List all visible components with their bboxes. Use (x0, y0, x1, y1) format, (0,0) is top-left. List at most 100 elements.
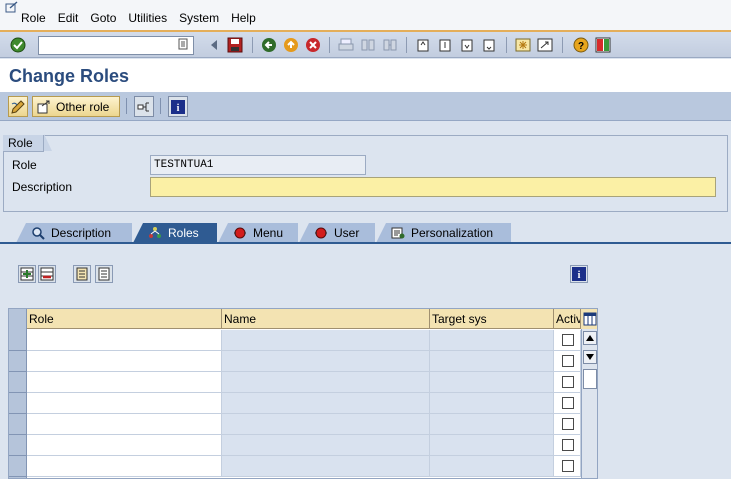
row-selector[interactable] (9, 456, 27, 477)
description-field[interactable] (150, 177, 716, 197)
active-checkbox[interactable] (562, 460, 574, 472)
roles-tree-icon (149, 227, 161, 238)
row-selector[interactable] (9, 330, 27, 351)
delete-row-icon[interactable] (38, 265, 56, 283)
scroll-up-icon[interactable] (583, 331, 597, 345)
menu-utilities[interactable]: Utilities (122, 11, 173, 25)
find-next-icon[interactable] (381, 36, 399, 54)
toolbar-separator (406, 37, 407, 53)
column-header-role[interactable]: Role (27, 309, 222, 329)
tab-description[interactable]: Description (16, 223, 132, 243)
display-change-icon[interactable] (8, 96, 28, 117)
last-page-icon[interactable] (480, 36, 498, 54)
help-icon[interactable]: ? (572, 36, 590, 54)
table-settings-icon[interactable] (581, 309, 597, 329)
role-cell-input[interactable] (27, 351, 222, 372)
target-sys-cell (430, 435, 554, 456)
column-header-active[interactable]: Activ (554, 309, 581, 329)
layout-menu-icon[interactable] (594, 36, 612, 54)
svg-text:i: i (578, 270, 581, 281)
other-object-icon (37, 100, 50, 113)
first-page-icon[interactable] (414, 36, 432, 54)
toolbar-separator (506, 37, 507, 53)
role-cell-input[interactable] (27, 435, 222, 456)
other-role-label: Other role (56, 99, 110, 114)
tab-personalization[interactable]: Personalization (376, 223, 511, 243)
role-cell-input[interactable] (27, 456, 222, 477)
column-header-target-sys[interactable]: Target sys (430, 309, 554, 329)
menu-system[interactable]: System (173, 11, 225, 25)
standard-toolbar: ? (0, 32, 731, 58)
target-sys-cell (430, 414, 554, 435)
active-checkbox[interactable] (562, 376, 574, 388)
back-arrow-icon[interactable] (205, 36, 223, 54)
active-cell (554, 330, 581, 351)
insert-row-icon[interactable] (18, 265, 36, 283)
command-field[interactable] (38, 36, 194, 55)
role-cell-input[interactable] (27, 372, 222, 393)
scroll-down-icon[interactable] (583, 350, 597, 364)
row-selector[interactable] (9, 435, 27, 456)
table-row (27, 414, 581, 435)
tab-menu[interactable]: Menu (218, 223, 298, 243)
tab-user[interactable]: User (299, 223, 375, 243)
shortcut-icon[interactable] (536, 36, 554, 54)
row-selector[interactable] (9, 414, 27, 435)
scroll-thumb[interactable] (583, 369, 597, 389)
menu-help[interactable]: Help (225, 11, 262, 25)
tab-strip: Description Roles Menu User Personalizat… (0, 221, 731, 244)
role-cell-input[interactable] (27, 393, 222, 414)
name-cell (222, 435, 430, 456)
table-row (27, 351, 581, 372)
menu-goto[interactable]: Goto (84, 11, 122, 25)
tab-roles[interactable]: Roles (133, 223, 217, 243)
menu-bar: Role Edit Goto Utilities System Help (0, 0, 731, 32)
role-field: TESTNTUA1 (150, 155, 366, 175)
target-sys-cell (430, 372, 554, 393)
hierarchy-icon[interactable] (134, 96, 154, 117)
magnifier-icon (32, 227, 45, 240)
cancel-icon[interactable] (304, 36, 322, 54)
table-row (27, 330, 581, 351)
menu-role[interactable]: Role (15, 11, 52, 25)
table-row (27, 456, 581, 477)
exit-icon[interactable] (282, 36, 300, 54)
enter-icon[interactable] (9, 36, 27, 54)
menu-edit[interactable]: Edit (52, 11, 85, 25)
tab-personalization-label: Personalization (411, 226, 494, 240)
active-checkbox[interactable] (562, 334, 574, 346)
active-checkbox[interactable] (562, 397, 574, 409)
tab-user-label: User (334, 226, 360, 240)
other-role-button[interactable]: Other role (32, 96, 120, 117)
create-session-icon[interactable] (514, 36, 532, 54)
roles-table: Role Name Target sys Activ (8, 308, 598, 479)
column-header-name[interactable]: Name (222, 309, 430, 329)
toolbar-separator (562, 37, 563, 53)
previous-page-icon[interactable] (436, 36, 454, 54)
role-cell-input[interactable] (27, 414, 222, 435)
information-icon[interactable]: i (570, 265, 588, 283)
target-sys-cell (430, 351, 554, 372)
deselect-all-icon[interactable] (95, 265, 113, 283)
active-cell (554, 351, 581, 372)
active-checkbox[interactable] (562, 418, 574, 430)
command-history-icon[interactable] (178, 38, 190, 52)
save-icon[interactable] (226, 36, 244, 54)
information-icon[interactable]: i (168, 96, 188, 117)
print-icon[interactable] (337, 36, 355, 54)
status-red-icon (315, 227, 327, 239)
row-selector[interactable] (9, 372, 27, 393)
next-page-icon[interactable] (458, 36, 476, 54)
name-cell (222, 414, 430, 435)
active-checkbox[interactable] (562, 439, 574, 451)
active-checkbox[interactable] (562, 355, 574, 367)
title-bar: Change Roles (0, 59, 731, 92)
role-cell-input[interactable] (27, 330, 222, 351)
name-cell (222, 393, 430, 414)
back-icon[interactable] (260, 36, 278, 54)
find-icon[interactable] (359, 36, 377, 54)
row-selector[interactable] (9, 393, 27, 414)
vertical-scrollbar[interactable] (581, 329, 597, 478)
select-all-icon[interactable] (73, 265, 91, 283)
row-selector[interactable] (9, 351, 27, 372)
